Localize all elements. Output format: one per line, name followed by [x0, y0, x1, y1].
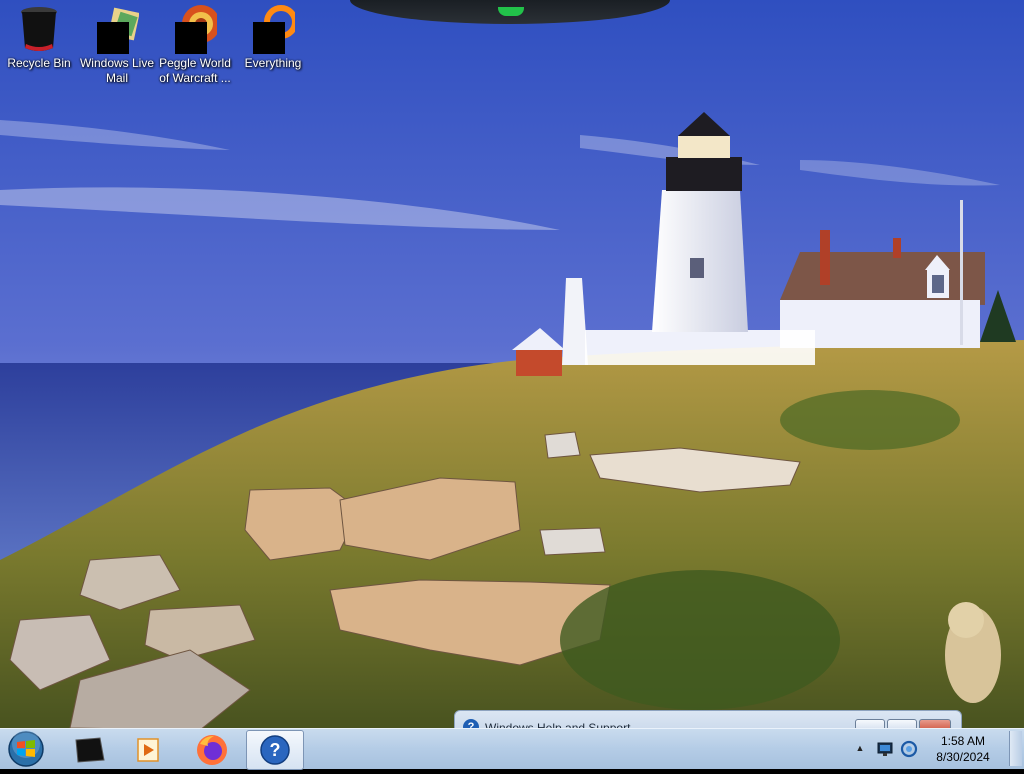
clock-time: 1:58 AM — [940, 734, 986, 748]
taskbar-help-support[interactable]: ? — [246, 730, 304, 770]
desktop-icon-label: Windows Live — [79, 56, 155, 70]
desktop-icon-everything[interactable]: Everything — [234, 4, 312, 71]
show-hidden-icons-icon[interactable]: ▲ — [854, 742, 866, 754]
everything-search-icon — [251, 4, 298, 54]
sync-icon[interactable] — [900, 740, 918, 758]
recycle-bin-icon — [17, 4, 61, 54]
system-tray: ▲ 1:58 AM 8/30/2024 — [854, 729, 1024, 769]
network-icon[interactable] — [876, 741, 894, 757]
taskbar-media-player[interactable] — [122, 730, 178, 768]
show-desktop-button[interactable] — [1009, 731, 1022, 766]
taskbar-firefox[interactable] — [184, 730, 240, 768]
indicator-icon — [498, 7, 524, 16]
clock-date: 8/30/2024 — [936, 750, 990, 764]
windows-start-icon — [8, 730, 44, 767]
media-player-icon — [137, 738, 159, 762]
help-support-icon: ? — [260, 735, 290, 765]
desktop-icon-label: Everything — [244, 56, 302, 70]
desktop-icon-label-line2: of Warcraft ... — [159, 71, 231, 85]
desktop-icon-label-line2: Mail — [105, 71, 128, 85]
desktop-wallpaper — [0, 0, 1024, 768]
start-button[interactable] — [6, 730, 46, 768]
desktop-icon-label: Peggle World — [159, 56, 231, 70]
windows-live-mail-icon — [95, 4, 140, 54]
firefox-icon — [197, 735, 227, 765]
taskbar: ? ▲ 1:58 AM 8/30/2024 — [0, 728, 1024, 770]
desktop-icon-label: Recycle Bin — [7, 56, 71, 70]
clock[interactable]: 1:58 AM 8/30/2024 — [928, 733, 998, 765]
desktop-icon-recycle-bin[interactable]: Recycle Bin — [0, 4, 78, 71]
app-black-icon — [75, 737, 105, 763]
svg-text:?: ? — [270, 740, 281, 760]
desktop-icon-peggle[interactable]: Peggle World of Warcraft ... — [156, 4, 234, 86]
desktop-icon-windows-live-mail[interactable]: Windows Live Mail — [78, 4, 156, 86]
taskbar-app-black[interactable] — [62, 730, 118, 768]
peggle-icon — [173, 4, 220, 54]
